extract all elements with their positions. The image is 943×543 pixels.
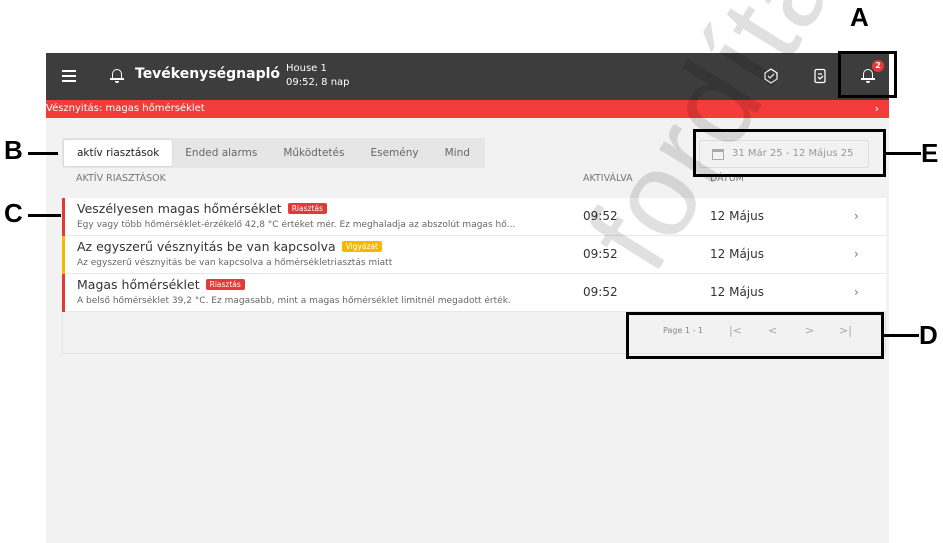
callout-label-a: A (850, 2, 869, 32)
house-info[interactable]: House 1 09:52, 8 nap (286, 62, 350, 90)
top-bar: Tevékenységnapló House 1 09:52, 8 nap 2 (46, 53, 889, 100)
severity-bar (62, 236, 65, 274)
severity-badge: Vigyázat (341, 241, 382, 252)
app-window: Tevékenységnapló House 1 09:52, 8 nap 2 … (46, 53, 889, 543)
chevron-right-icon: › (854, 209, 859, 223)
alarm-time: 09:52 (583, 247, 618, 261)
alarm-title-line: Veszélyesen magas hőmérséklet Riasztás (77, 201, 327, 216)
alarm-title: Magas hőmérséklet (77, 277, 200, 292)
callout-label-e: E (921, 138, 939, 168)
alarm-row[interactable]: Az egyszerű vésznyitás be van kapcsolva V… (62, 236, 886, 274)
chevron-right-icon: › (874, 102, 879, 115)
alarm-date: 12 Május (710, 209, 764, 223)
chevron-right-icon: › (854, 247, 859, 261)
callout-leader-d (884, 334, 919, 337)
callout-box-e (693, 129, 886, 177)
tab-ended-alarms[interactable]: Ended alarms (172, 140, 270, 166)
warning-banner[interactable]: Vésznyitás: magas hőmérséklet › (46, 100, 889, 118)
alarm-row[interactable]: Veszélyesen magas hőmérséklet Riasztás Eg… (62, 198, 886, 236)
alarm-date: 12 Május (710, 285, 764, 299)
tab-event[interactable]: Esemény (357, 140, 431, 166)
document-icon[interactable] (812, 68, 828, 84)
alarm-description: A belső hőmérséklet 39,2 °C. Ez magasabb… (77, 296, 511, 306)
chevron-right-icon: › (854, 285, 859, 299)
tab-all[interactable]: Mind (432, 140, 483, 166)
hamburger-icon[interactable] (62, 70, 76, 82)
bell-icon (110, 68, 124, 83)
tab-operation[interactable]: Működtetés (270, 140, 357, 166)
callout-label-d: D (919, 320, 938, 350)
callout-leader-b (28, 152, 58, 155)
shield-check-icon[interactable] (763, 68, 779, 84)
alarm-date: 12 Május (710, 247, 764, 261)
alarm-time: 09:52 (583, 209, 618, 223)
callout-label-b: B (4, 135, 23, 165)
column-header-activated: AKTIVÁLVA (583, 173, 633, 184)
page-title: Tevékenységnapló (135, 66, 281, 82)
warning-text: Vésznyitás: magas hőmérséklet (46, 103, 205, 114)
severity-badge: Riasztás (205, 279, 245, 290)
alarm-description: Az egyszerű vésznyitás be van kapcsolva … (77, 258, 393, 268)
alarm-time: 09:52 (583, 285, 618, 299)
callout-leader-e (886, 152, 921, 155)
callout-label-c: C (4, 198, 23, 228)
tab-bar: aktív riasztások Ended alarms Működtetés… (62, 138, 485, 168)
screenshot-stage: Tevékenységnapló House 1 09:52, 8 nap 2 … (0, 0, 943, 543)
severity-badge: Riasztás (287, 203, 327, 214)
alarm-title: Veszélyesen magas hőmérséklet (77, 201, 282, 216)
alarm-title: Az egyszerű vésznyitás be van kapcsolva (77, 239, 336, 254)
alarm-title-line: Magas hőmérséklet Riasztás (77, 277, 245, 292)
alarm-description: Egy vagy több hőmérséklet-érzékelő 42,8 … (77, 220, 516, 230)
alarm-list: Veszélyesen magas hőmérséklet Riasztás Eg… (62, 198, 886, 312)
alarm-row[interactable]: Magas hőmérséklet Riasztás A belső hőmérs… (62, 274, 886, 312)
callout-box-a (838, 51, 897, 98)
house-name: House 1 (286, 63, 327, 74)
severity-bar (62, 274, 65, 312)
severity-bar (62, 198, 65, 236)
house-time: 09:52, 8 nap (286, 77, 350, 88)
alarm-title-line: Az egyszerű vésznyitás be van kapcsolva V… (77, 239, 382, 254)
callout-box-d (626, 312, 884, 359)
callout-leader-c (28, 214, 61, 217)
column-header-alarms: AKTÍV RIASZTÁSOK (76, 173, 166, 184)
tab-active-alarms[interactable]: aktív riasztások (64, 140, 173, 166)
